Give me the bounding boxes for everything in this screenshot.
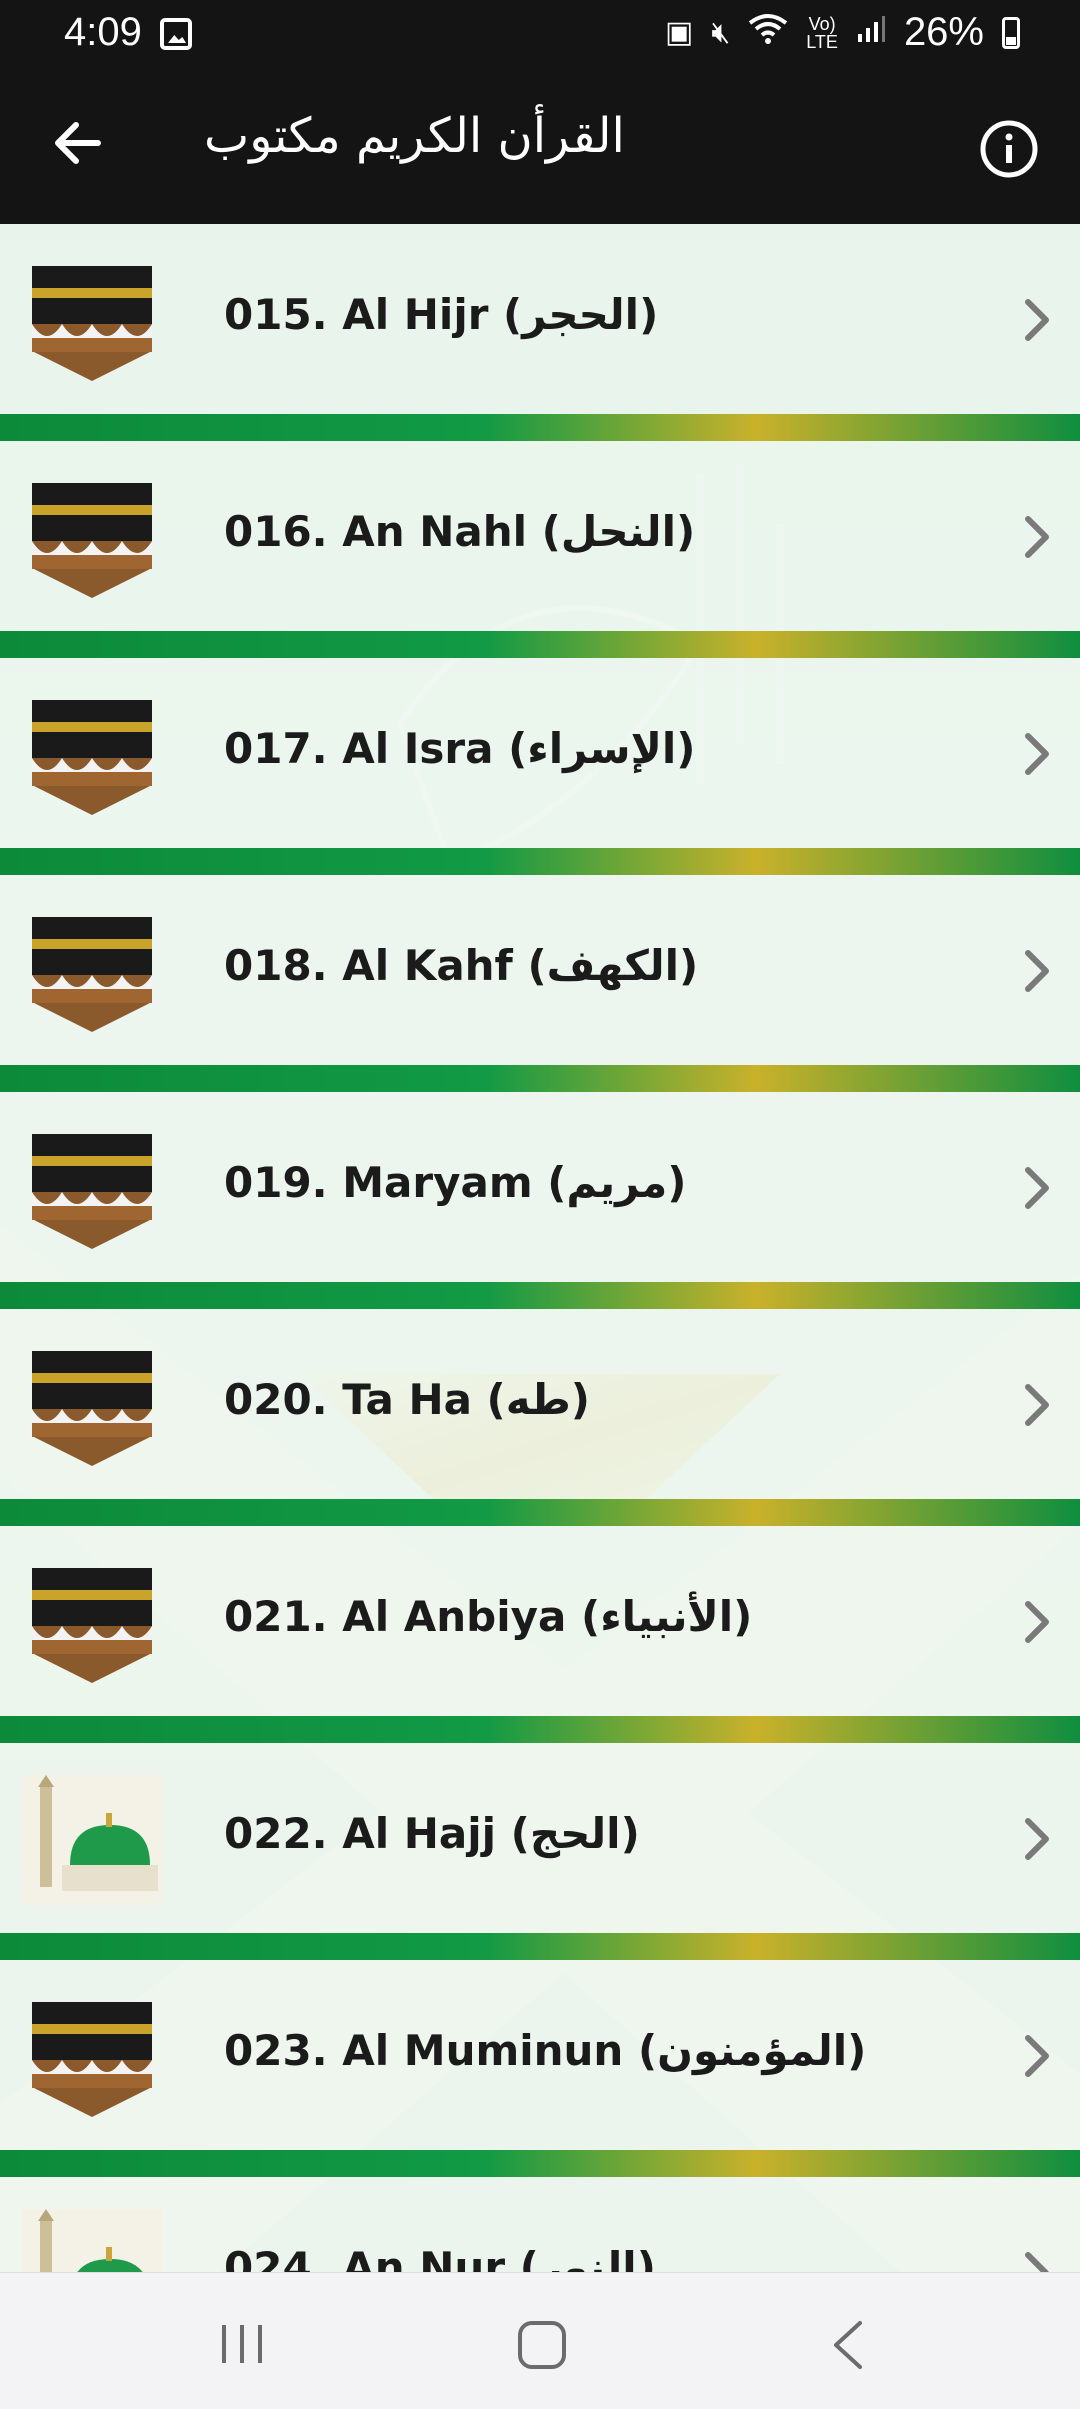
row-divider bbox=[0, 848, 1080, 875]
chevron-right-icon bbox=[1022, 2034, 1052, 2078]
arrow-left-icon[interactable] bbox=[40, 110, 118, 176]
system-nav-bar bbox=[0, 2272, 1080, 2409]
chevron-right-icon bbox=[1022, 1383, 1052, 1427]
surah-title: 021. Al Anbiya (الأنبياء) bbox=[224, 1592, 753, 1641]
chevron-right-icon bbox=[1022, 949, 1052, 993]
list-item[interactable]: 018. Al Kahf (الكهف) bbox=[0, 875, 1080, 1065]
row-divider bbox=[0, 1282, 1080, 1309]
row-divider bbox=[0, 1065, 1080, 1092]
surah-list-container[interactable]: 015. Al Hijr (الحجر) 016. An Nahl (النحل… bbox=[0, 224, 1080, 2272]
list-item[interactable]: 016. An Nahl (النحل) bbox=[0, 441, 1080, 631]
row-divider bbox=[0, 631, 1080, 658]
page-title: القرأن الكريم مكتوب bbox=[204, 108, 625, 164]
volte-icon: Vo) LTE bbox=[806, 13, 838, 52]
gallery-icon bbox=[160, 18, 192, 50]
kaaba-icon bbox=[22, 1341, 162, 1471]
home-icon[interactable] bbox=[516, 2319, 568, 2371]
row-divider bbox=[0, 2150, 1080, 2177]
mosque-icon bbox=[22, 2209, 162, 2272]
surah-title: 015. Al Hijr (الحجر) bbox=[224, 290, 659, 339]
surah-title: 018. Al Kahf (الكهف) bbox=[224, 941, 699, 990]
kaaba-icon bbox=[22, 907, 162, 1037]
surah-title: 022. Al Hajj (الحج) bbox=[224, 1809, 640, 1858]
back-icon[interactable] bbox=[828, 2319, 868, 2371]
battery-icon bbox=[1002, 16, 1020, 49]
chevron-right-icon bbox=[1022, 2251, 1052, 2272]
row-divider bbox=[0, 1499, 1080, 1526]
app-bar: القرأن الكريم مكتوب bbox=[0, 66, 1080, 224]
surah-title: 016. An Nahl (النحل) bbox=[224, 507, 696, 556]
row-divider bbox=[0, 1716, 1080, 1743]
surah-title: 017. Al Isra (الإسراء) bbox=[224, 724, 696, 773]
kaaba-icon bbox=[22, 1124, 162, 1254]
recorder-icon: ▣ bbox=[664, 16, 694, 49]
list-item[interactable]: 023. Al Muminun (المؤمنون) bbox=[0, 1960, 1080, 2150]
status-bar: 4:09 ▣ 🔇︎ Vo) LTE 26% bbox=[0, 0, 1080, 66]
list-item[interactable]: 019. Maryam (مريم) bbox=[0, 1092, 1080, 1282]
kaaba-icon bbox=[22, 1558, 162, 1688]
row-divider bbox=[0, 414, 1080, 441]
surah-title: 019. Maryam (مريم) bbox=[224, 1158, 687, 1207]
chevron-right-icon bbox=[1022, 298, 1052, 342]
chevron-right-icon bbox=[1022, 1600, 1052, 1644]
mute-icon: 🔇︎ bbox=[711, 15, 731, 49]
list-item[interactable]: 021. Al Anbiya (الأنبياء) bbox=[0, 1526, 1080, 1716]
status-icons: ▣ 🔇︎ Vo) LTE 26% bbox=[665, 10, 1020, 55]
recent-apps-icon[interactable] bbox=[218, 2321, 268, 2367]
wifi-icon bbox=[748, 13, 788, 53]
kaaba-icon bbox=[22, 256, 162, 386]
mosque-icon bbox=[22, 1775, 162, 1905]
kaaba-icon bbox=[22, 473, 162, 603]
surah-title: 024. An Nur (النور) bbox=[224, 2243, 656, 2272]
surah-title: 020. Ta Ha (طه) bbox=[224, 1375, 590, 1424]
chevron-right-icon bbox=[1022, 1166, 1052, 1210]
surah-title: 023. Al Muminun (المؤمنون) bbox=[224, 2026, 867, 2075]
list-item[interactable]: 020. Ta Ha (طه) bbox=[0, 1309, 1080, 1499]
list-item[interactable]: 017. Al Isra (الإسراء) bbox=[0, 658, 1080, 848]
chevron-right-icon bbox=[1022, 1817, 1052, 1861]
chevron-right-icon bbox=[1022, 732, 1052, 776]
status-time: 4:09 bbox=[64, 10, 142, 54]
list-item[interactable]: 015. Al Hijr (الحجر) bbox=[0, 224, 1080, 414]
chevron-right-icon bbox=[1022, 515, 1052, 559]
info-icon[interactable] bbox=[978, 118, 1040, 180]
list-item[interactable]: 022. Al Hajj (الحج) bbox=[0, 1743, 1080, 1933]
battery-percent: 26% bbox=[903, 10, 984, 54]
list-item[interactable]: 024. An Nur (النور) bbox=[0, 2177, 1080, 2272]
kaaba-icon bbox=[22, 690, 162, 820]
kaaba-icon bbox=[22, 1992, 162, 2122]
row-divider bbox=[0, 1933, 1080, 1960]
signal-icon bbox=[856, 14, 886, 52]
